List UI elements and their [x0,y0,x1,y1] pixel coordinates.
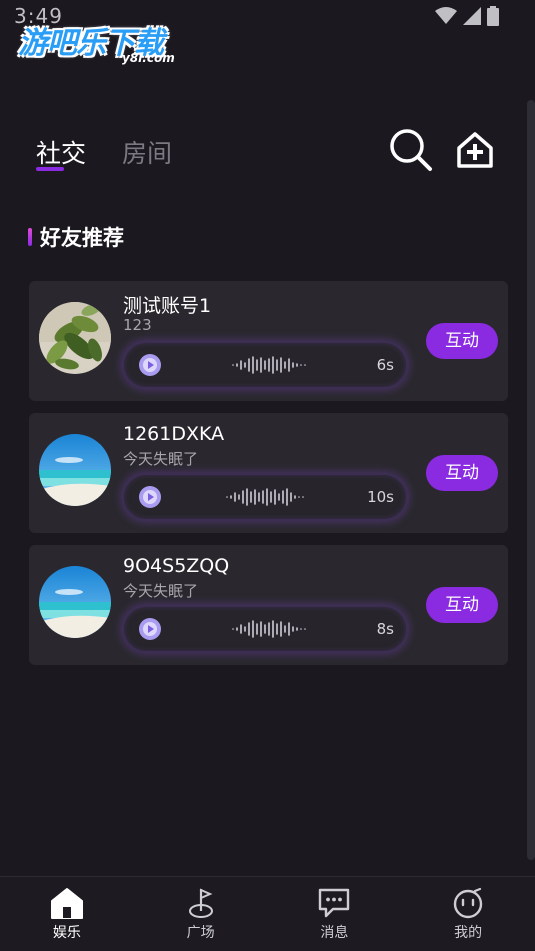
chat-bubble-icon [319,888,350,918]
waveform-icon [232,620,306,638]
play-icon[interactable] [138,617,162,641]
beach-avatar-image [39,566,111,638]
nav-label: 消息 [320,925,349,941]
tab-social[interactable]: 社交 [36,134,87,171]
nav-item-entertainment[interactable]: 娱乐 [0,877,134,951]
home-icon [50,888,83,919]
wifi-icon [435,7,457,24]
friend-card[interactable]: 测试账号1 123 6s 互动 [29,281,508,401]
home-plus-icon[interactable] [455,130,495,170]
avatar[interactable] [39,302,111,374]
voice-message[interactable]: 6s [122,341,408,389]
bottom-nav: 娱乐 广场 消息 我的 [0,876,535,951]
section-title: 好友推荐 [40,226,124,250]
scrollbar[interactable] [527,100,535,860]
tab-active-indicator [36,167,64,171]
section-heading: 好友推荐 [28,222,124,252]
play-icon[interactable] [138,353,162,377]
friend-subtitle: 今天失眠了 [123,582,199,600]
search-icon[interactable] [389,128,433,172]
friend-card[interactable]: 1261DXKA 今天失眠了 10s 互动 [29,413,508,533]
tab-room[interactable]: 房间 [122,134,172,170]
friend-name: 测试账号1 [123,295,212,317]
play-icon[interactable] [138,485,162,509]
nav-label: 娱乐 [52,925,81,941]
top-tabs: 社交 房间 [36,134,172,171]
interact-button[interactable]: 互动 [426,455,498,491]
voice-message[interactable]: 10s [122,473,408,521]
voice-duration: 6s [376,356,394,374]
tab-room-label: 房间 [122,139,173,168]
waveform-icon [226,488,304,506]
battery-icon [487,6,499,26]
voice-message[interactable]: 8s [122,605,408,653]
friend-name: 9O4S5ZQQ [123,555,230,577]
watermark-subtitle: y8l.com [122,51,175,65]
nav-item-profile[interactable]: 我的 [401,877,535,951]
signal-icon [463,7,481,25]
nav-item-messages[interactable]: 消息 [268,877,402,951]
friend-subtitle: 123 [123,316,152,334]
tab-social-label: 社交 [36,139,87,168]
interact-button[interactable]: 互动 [426,587,498,623]
friend-card[interactable]: 9O4S5ZQQ 今天失眠了 8s 互动 [29,545,508,665]
friend-subtitle: 今天失眠了 [123,450,199,468]
plant-avatar-image [39,302,111,374]
nav-label: 我的 [454,925,483,941]
status-icons [435,6,499,26]
avatar[interactable] [39,566,111,638]
avatar[interactable] [39,434,111,506]
section-accent-bar [28,228,32,246]
watermark-logo: 游吧乐下载 y8l.com [18,18,188,68]
beach-avatar-image [39,434,111,506]
top-actions [389,128,495,172]
nav-label: 广场 [186,925,215,941]
waveform-icon [232,356,306,374]
app-screen: 3:49 游吧乐下载 y8l.com 社交 房间 好友推荐 测试账号1 123 … [0,0,535,951]
golf-flag-icon [188,888,213,918]
friend-name: 1261DXKA [123,423,225,445]
voice-duration: 8s [376,620,394,638]
face-icon [453,887,483,919]
interact-button[interactable]: 互动 [426,323,498,359]
nav-item-plaza[interactable]: 广场 [134,877,268,951]
voice-duration: 10s [367,488,394,506]
